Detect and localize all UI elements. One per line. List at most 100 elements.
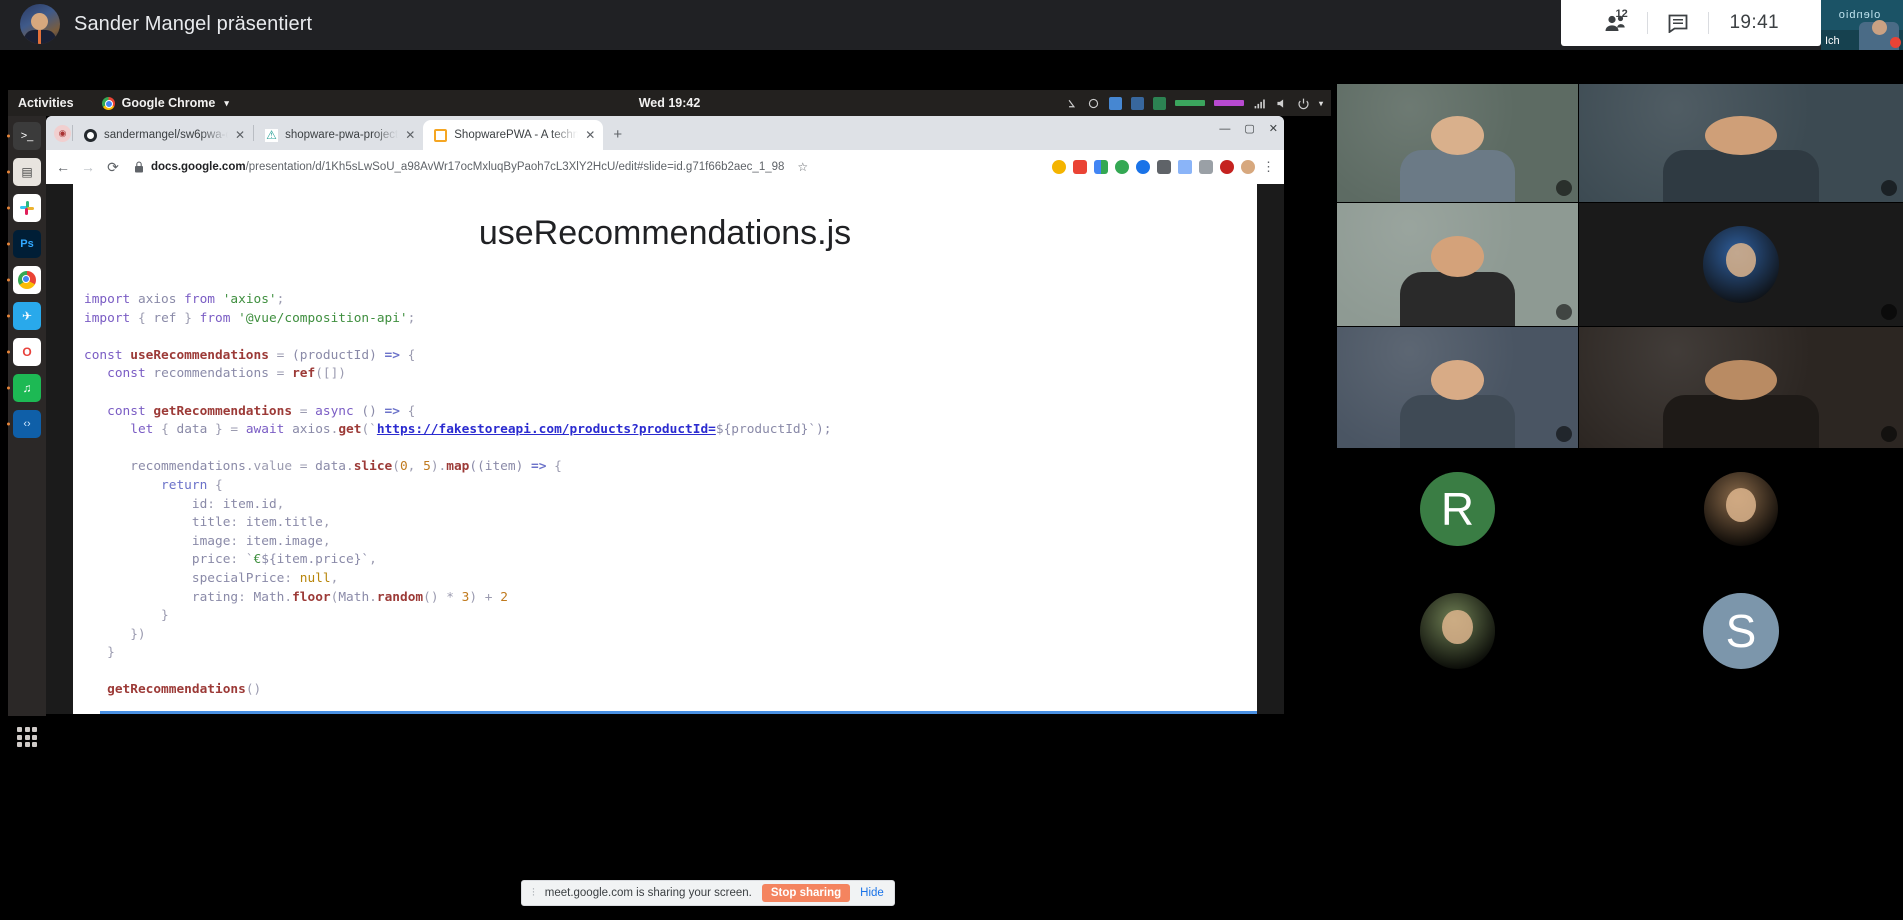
code-token: { xyxy=(399,347,416,363)
mic-status-icon xyxy=(1556,304,1572,320)
dock-item-photoshop[interactable]: Ps xyxy=(7,230,41,258)
participant-video-4[interactable] xyxy=(1337,327,1578,448)
app-indicator-green[interactable] xyxy=(1152,96,1166,110)
code-token: const xyxy=(84,347,131,363)
participants-count: 12 xyxy=(1615,8,1628,20)
participant-avatar-photo-3[interactable] xyxy=(1337,570,1578,692)
tab-google-slides[interactable]: ShopwarePWA - A technic ✕ xyxy=(423,120,604,150)
participant-video-3[interactable] xyxy=(1337,203,1578,326)
extension-icon-blue[interactable] xyxy=(1136,160,1150,174)
dock-item-vscode[interactable]: ‹› xyxy=(7,410,41,438)
dock-item-spotify[interactable]: ♫ xyxy=(7,374,41,402)
dock-item-slack[interactable] xyxy=(7,194,41,222)
presenter-avatar xyxy=(20,4,60,44)
ubuntu-clock[interactable]: Wed 19:42 xyxy=(639,96,701,110)
close-icon[interactable]: ✕ xyxy=(405,129,415,141)
location-icon[interactable] xyxy=(1087,97,1100,110)
code-token: { xyxy=(137,310,154,326)
code-token: ${productId}`); xyxy=(715,422,832,438)
code-token: image xyxy=(191,533,231,549)
extension-icon-lightblue[interactable] xyxy=(1178,160,1192,174)
extension-icon-red[interactable] xyxy=(1073,160,1087,174)
extension-icon-puzzle[interactable] xyxy=(1199,160,1213,174)
participant-video-1[interactable] xyxy=(1337,84,1578,202)
back-button[interactable]: ← xyxy=(55,159,71,175)
code-token: getRecommendations xyxy=(153,403,293,419)
profile-avatar[interactable]: ◉ xyxy=(54,125,71,142)
participant-avatar-photo-2[interactable] xyxy=(1579,449,1903,569)
avatar-photo xyxy=(1419,593,1496,669)
network-icon[interactable] xyxy=(1253,97,1266,110)
slide-bottom-accent xyxy=(100,711,1257,714)
stop-sharing-button[interactable]: Stop sharing xyxy=(761,884,851,902)
code-token: from xyxy=(199,310,239,326)
dock-item-terminal[interactable]: >_ xyxy=(7,122,41,150)
dock-item-files[interactable]: ▤ xyxy=(7,158,41,186)
code-line: recommendations.value = data.slice(0, 5)… xyxy=(84,459,562,474)
participant-initial-R[interactable]: R xyxy=(1337,449,1578,569)
close-button[interactable]: ✕ xyxy=(1269,122,1278,135)
extension-icon-yellow[interactable] xyxy=(1052,160,1066,174)
extension-icon-green[interactable] xyxy=(1115,160,1129,174)
code-token: data xyxy=(315,459,346,475)
slide-title: useRecommendations.js xyxy=(478,214,852,252)
chrome-menu-icon[interactable]: ⋮ xyxy=(1262,159,1275,175)
extension-icon-gray[interactable] xyxy=(1157,160,1171,174)
forward-button[interactable]: → xyxy=(80,159,96,175)
code-link[interactable]: https://fakestoreapi.com/products?produc… xyxy=(377,422,716,437)
photo-face xyxy=(1725,243,1757,278)
power-icon[interactable] xyxy=(1297,97,1310,110)
opera-icon: O xyxy=(22,345,32,359)
close-icon[interactable]: ✕ xyxy=(585,129,595,141)
presentation-slide[interactable]: useRecommendations.js import axios from … xyxy=(73,184,1257,714)
tab-gitlab[interactable]: ⚠ shopware-pwa-project ✕ xyxy=(254,120,423,150)
code-token: const xyxy=(107,403,154,419)
minimize-button[interactable]: — xyxy=(1219,123,1230,135)
code-token: specialPrice xyxy=(191,570,285,586)
tab-github[interactable]: sandermangel/sw6pwa-d ✕ xyxy=(73,120,253,150)
extension-icon-multicolor[interactable] xyxy=(1094,160,1108,174)
participant-initial-S[interactable]: S xyxy=(1579,570,1903,692)
participants-button[interactable]: 12 xyxy=(1583,0,1647,46)
profile-avatar-icon[interactable] xyxy=(1241,160,1255,174)
mic-status-icon xyxy=(1881,426,1897,442)
dock-item-telegram[interactable]: ✈ xyxy=(7,302,41,330)
app-menu-chrome[interactable]: Google Chrome ▾ xyxy=(101,96,229,110)
participant-video-2[interactable] xyxy=(1579,84,1903,202)
app-indicator-navy[interactable] xyxy=(1130,96,1144,110)
participant-avatar-photo-1[interactable] xyxy=(1579,203,1903,326)
chevron-down-icon[interactable]: ▾ xyxy=(1319,99,1323,108)
code-token: { xyxy=(399,403,416,419)
dock-item-chrome[interactable] xyxy=(7,266,41,294)
chat-button[interactable] xyxy=(1648,0,1708,46)
corner-participant-tile[interactable]: olenbio Ich xyxy=(1821,0,1903,50)
mic-status-icon xyxy=(1881,180,1897,196)
participant-video-5[interactable] xyxy=(1579,327,1903,448)
app-indicator-blue[interactable] xyxy=(1108,96,1122,110)
new-tab-button[interactable]: + xyxy=(613,126,622,143)
code-token: (` xyxy=(361,422,377,438)
code-token: data xyxy=(176,422,208,438)
maximize-button[interactable]: ▢ xyxy=(1244,122,1254,135)
close-icon[interactable]: ✕ xyxy=(235,129,245,141)
volume-icon[interactable] xyxy=(1275,97,1288,110)
activities-button[interactable]: Activities xyxy=(18,96,74,110)
bluetooth-icon[interactable] xyxy=(1065,97,1078,110)
code-token: = xyxy=(268,347,293,363)
participants-grid: RS xyxy=(1337,84,1903,920)
bookmark-star-icon[interactable]: ☆ xyxy=(797,160,808,174)
code-token: ) + xyxy=(469,589,501,605)
address-bar[interactable]: docs.google.com/presentation/d/1Kh5sLwSo… xyxy=(130,156,1043,178)
reload-button[interactable]: ⟳ xyxy=(105,159,121,176)
show-applications-button[interactable] xyxy=(13,723,41,751)
code-token: , xyxy=(407,459,424,475)
hide-button[interactable]: Hide xyxy=(860,887,884,899)
extension-icon-crimson[interactable] xyxy=(1220,160,1234,174)
dock-item-opera[interactable]: O xyxy=(7,338,41,366)
tab-title: shopware-pwa-project xyxy=(285,129,399,141)
